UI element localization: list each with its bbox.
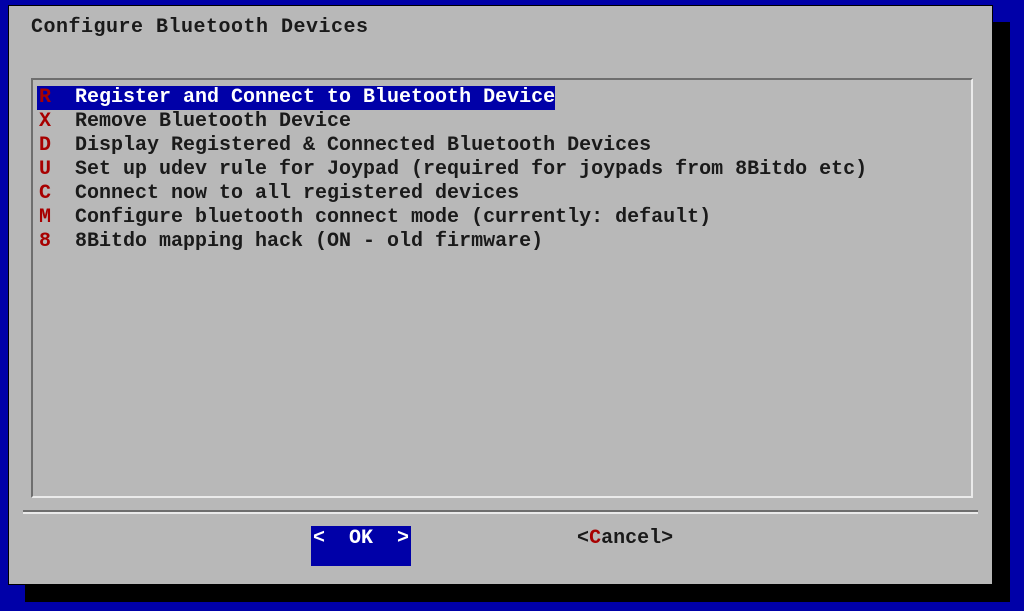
cancel-button[interactable]: <Cancel> (577, 526, 673, 566)
ok-button[interactable]: < OK > (311, 526, 411, 566)
menu-item[interactable]: USet up udev rule for Joypad (required f… (37, 158, 967, 182)
menu-item-label: Display Registered & Connected Bluetooth… (73, 134, 651, 158)
bluetooth-config-dialog: Configure Bluetooth Devices RRegister an… (8, 5, 993, 585)
button-row: < OK > <Cancel> (9, 526, 992, 566)
menu-list-frame: RRegister and Connect to Bluetooth Devic… (31, 78, 973, 498)
cancel-rest: ancel (601, 527, 661, 550)
ok-left-bracket: < (313, 527, 325, 550)
menu-item[interactable]: 88Bitdo mapping hack (ON - old firmware) (37, 230, 967, 254)
menu-item-key: U (37, 158, 73, 182)
menu-item-key: 8 (37, 230, 73, 254)
menu-item-key: X (37, 110, 73, 134)
menu-item-key: M (37, 206, 73, 230)
menu-item-label: Remove Bluetooth Device (73, 110, 351, 134)
dialog-title: Configure Bluetooth Devices (9, 6, 992, 39)
menu-item-key: R (37, 86, 73, 110)
menu-item-label: Connect now to all registered devices (73, 182, 519, 206)
menu-item[interactable]: MConfigure bluetooth connect mode (curre… (37, 206, 967, 230)
cancel-right-bracket: > (661, 527, 673, 550)
cancel-hotkey: C (589, 527, 601, 550)
divider (23, 510, 978, 514)
menu-item-label: Register and Connect to Bluetooth Device (73, 86, 555, 110)
menu-item-label: Set up udev rule for Joypad (required fo… (73, 158, 867, 182)
ok-label: OK (325, 527, 397, 550)
menu-item[interactable]: XRemove Bluetooth Device (37, 110, 967, 134)
menu-item[interactable]: DDisplay Registered & Connected Bluetoot… (37, 134, 967, 158)
menu-item-label: Configure bluetooth connect mode (curren… (73, 206, 711, 230)
ok-right-bracket: > (397, 527, 409, 550)
menu-item[interactable]: CConnect now to all registered devices (37, 182, 967, 206)
menu-item-label: 8Bitdo mapping hack (ON - old firmware) (73, 230, 543, 254)
menu-item[interactable]: RRegister and Connect to Bluetooth Devic… (37, 86, 967, 110)
menu-item-key: C (37, 182, 73, 206)
cancel-left-bracket: < (577, 527, 589, 550)
menu-item-key: D (37, 134, 73, 158)
